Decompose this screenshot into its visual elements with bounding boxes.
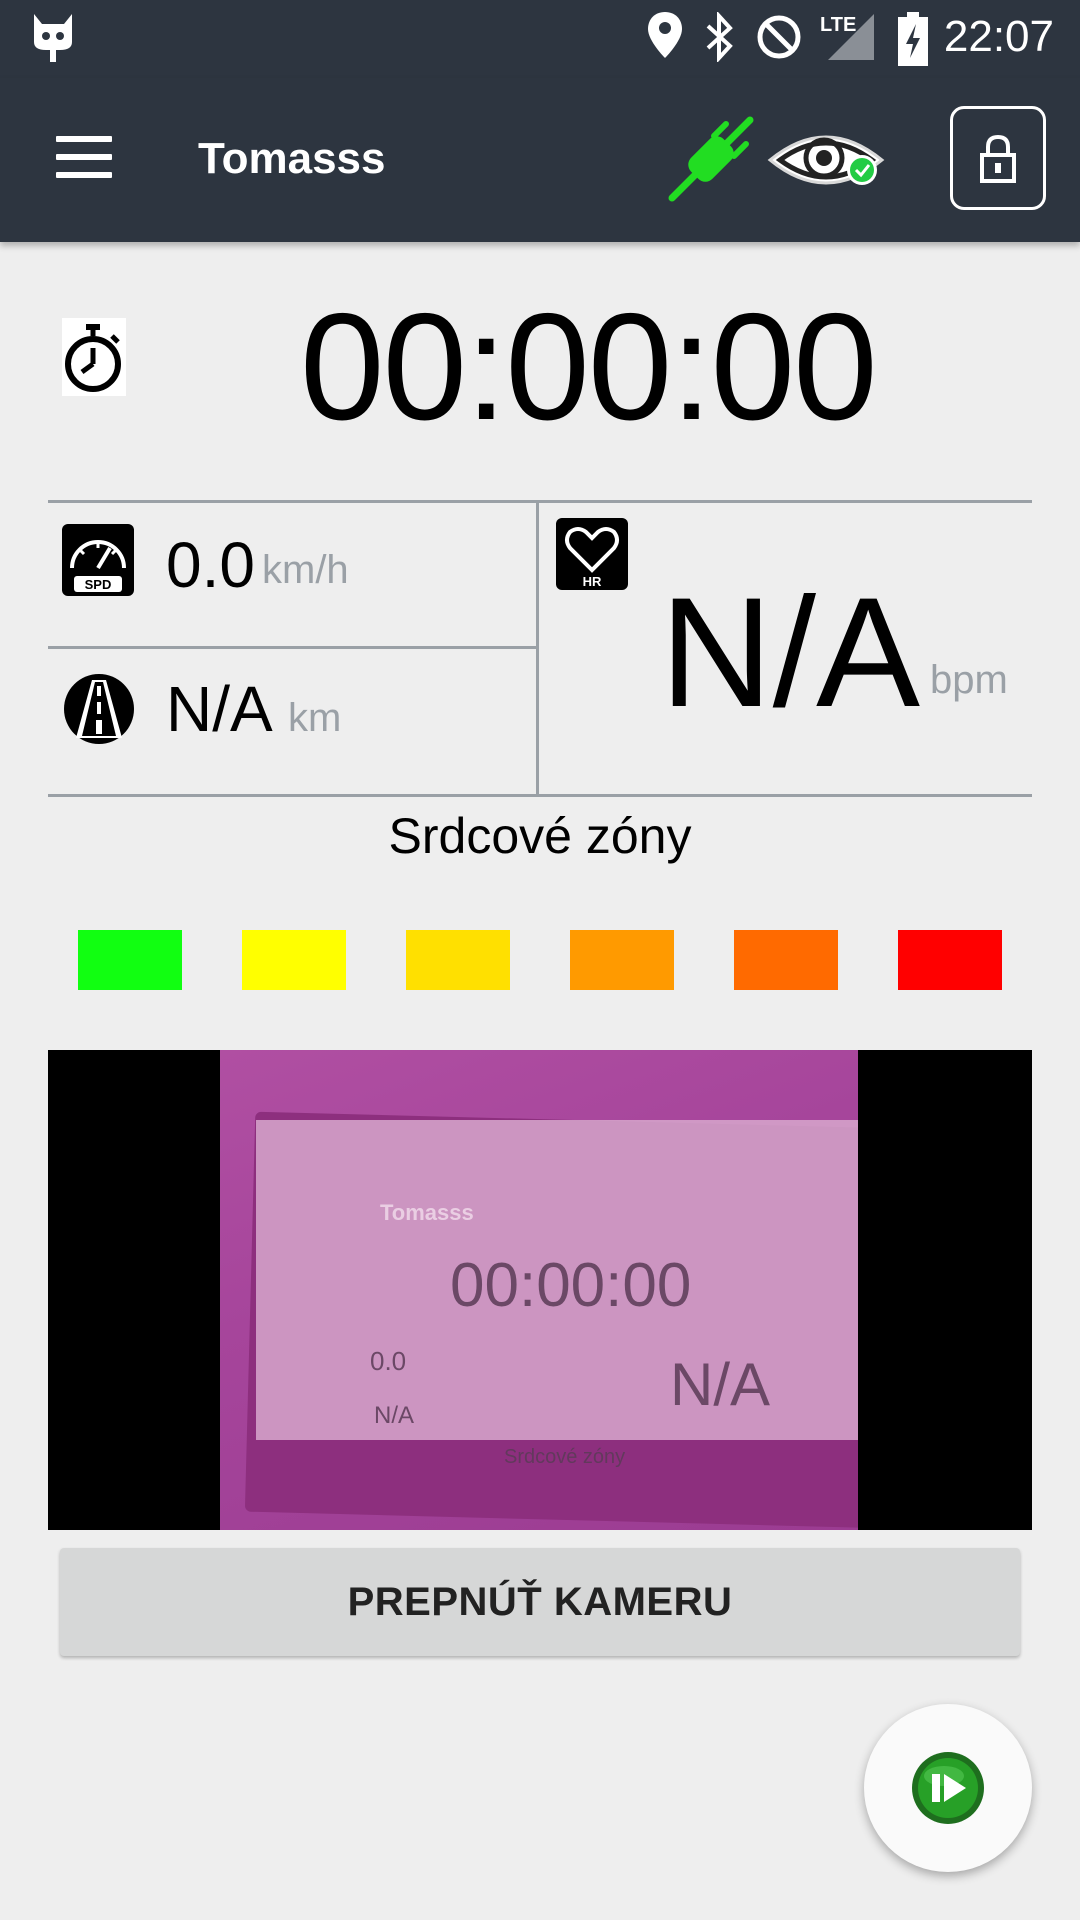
heart-zone-4 — [570, 930, 674, 990]
camera-feed: Tomasss 00:00:00 0.0 N/A N/A Srdcové zón… — [220, 1050, 858, 1530]
speed-value: 0.0 — [166, 529, 255, 601]
do-not-disturb-icon — [757, 15, 801, 59]
divider — [536, 500, 539, 796]
stopwatch-icon — [62, 318, 126, 396]
feed-zones-title: Srdcové zóny — [504, 1446, 626, 1468]
heart-rate-icon: HR — [556, 518, 628, 590]
cyanogenmod-icon — [34, 14, 72, 62]
menu-icon[interactable] — [56, 136, 112, 178]
signal-icon — [828, 14, 874, 60]
start-workout-fab[interactable] — [864, 1704, 1032, 1872]
switch-camera-button[interactable]: PREPNÚŤ KAMERU — [60, 1548, 1020, 1656]
lock-button[interactable] — [950, 106, 1046, 210]
speed-icon-label: SPD — [85, 577, 112, 592]
location-icon — [648, 12, 682, 58]
status-clock: 22:07 — [943, 12, 1054, 61]
heart-zone-5 — [734, 930, 838, 990]
divider — [48, 646, 538, 649]
feed-distance: N/A — [374, 1402, 415, 1429]
play-pause-icon — [912, 1752, 984, 1824]
camera-preview: Tomasss 00:00:00 0.0 N/A N/A Srdcové zón… — [48, 1050, 1032, 1530]
distance-value: N/A — [166, 673, 273, 745]
divider — [48, 500, 1032, 503]
heart-zone-6 — [898, 930, 1002, 990]
eye-check-icon[interactable] — [766, 122, 890, 198]
heart-zones-title: Srdcové zóny — [388, 808, 692, 864]
feed-speed: 0.0 — [370, 1346, 407, 1376]
road-icon — [64, 674, 134, 744]
bluetooth-icon — [706, 12, 733, 62]
heart-rate-unit: bpm — [930, 658, 1008, 702]
connected-plug-icon[interactable] — [668, 116, 754, 202]
feed-heart-rate: N/A — [670, 1351, 771, 1418]
status-bar: LTE 22:07 — [0, 0, 1080, 78]
heart-zone-1 — [78, 930, 182, 990]
speed-unit: km/h — [262, 548, 349, 592]
feed-timer: 00:00:00 — [450, 1251, 692, 1320]
feed-title: Tomasss — [380, 1200, 474, 1225]
divider — [48, 794, 1032, 797]
battery-icon — [898, 12, 928, 66]
hr-icon-label: HR — [583, 574, 602, 589]
lock-icon — [980, 135, 1016, 183]
app-title: Tomasss — [198, 134, 386, 183]
heart-rate-value: N/A — [660, 566, 921, 740]
timer-value: 00:00:00 — [300, 282, 878, 452]
distance-unit: km — [288, 696, 342, 740]
heart-zone-3 — [406, 930, 510, 990]
app-bar: Tomasss — [0, 78, 1080, 242]
speedometer-icon: SPD — [62, 524, 134, 596]
heart-zone-2 — [242, 930, 346, 990]
